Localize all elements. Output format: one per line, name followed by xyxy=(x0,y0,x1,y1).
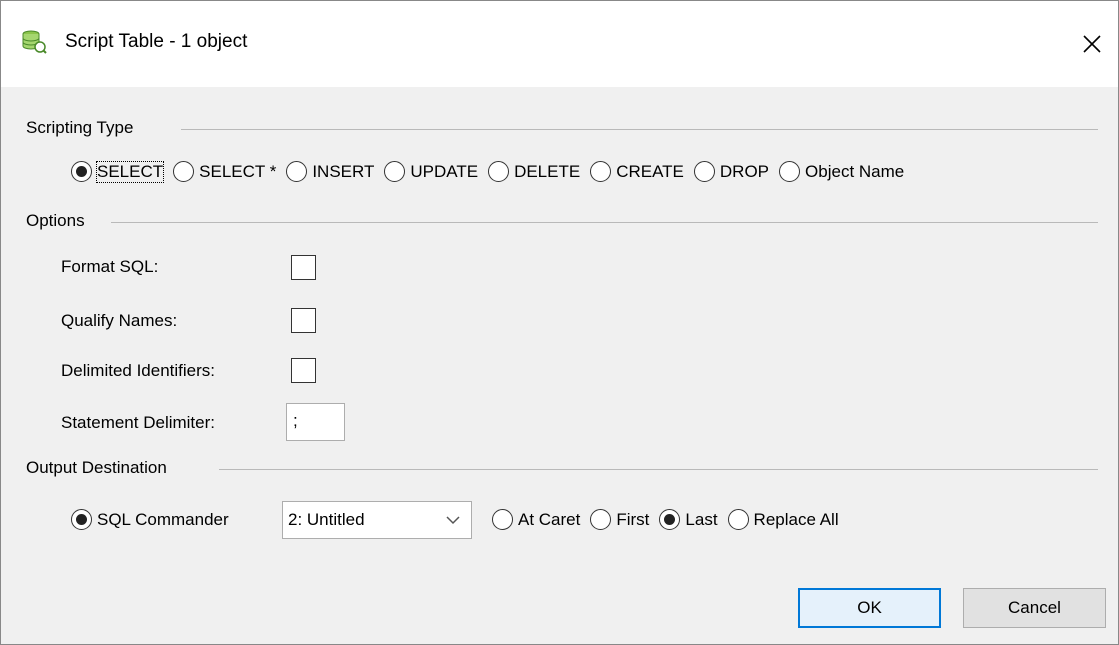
radio-button[interactable] xyxy=(779,161,801,182)
radio-label: SQL Commander xyxy=(97,509,229,529)
radio-label: CREATE xyxy=(616,161,684,181)
radio-button[interactable] xyxy=(384,161,406,182)
qualify-names-checkbox[interactable] xyxy=(291,308,316,333)
radio-button[interactable] xyxy=(286,161,308,182)
radio-drop[interactable]: DROP xyxy=(693,161,770,182)
radio-label: SELECT * xyxy=(199,161,277,181)
radio-button[interactable] xyxy=(173,161,195,182)
scripting-type-divider xyxy=(181,129,1098,130)
output-destination-divider xyxy=(219,469,1098,470)
radio-button[interactable] xyxy=(590,161,612,182)
commander-select[interactable]: 2: Untitled xyxy=(282,501,472,539)
radio-select[interactable]: SELECT xyxy=(71,160,165,183)
scripting-type-heading: Scripting Type xyxy=(26,118,134,137)
radio-object-name[interactable]: Object Name xyxy=(779,161,904,182)
radio-button[interactable] xyxy=(71,509,92,530)
radio-label: DROP xyxy=(719,161,770,181)
radio-button[interactable] xyxy=(590,509,612,530)
radio-first[interactable]: First xyxy=(590,509,649,530)
radio-label: UPDATE xyxy=(410,161,479,181)
radio-button[interactable] xyxy=(659,509,681,530)
radio-button[interactable] xyxy=(727,509,749,530)
radio-sql-commander[interactable]: SQL Commander xyxy=(71,509,229,530)
radio-button[interactable] xyxy=(71,161,92,182)
database-table-icon xyxy=(22,30,47,54)
delimited-identifiers-label: Delimited Identifiers: xyxy=(61,361,216,380)
radio-label: At Caret xyxy=(518,509,581,529)
position-group: At Caret First Last Replace All xyxy=(492,509,849,530)
radio-label: First xyxy=(616,509,650,529)
close-icon xyxy=(1083,35,1101,53)
format-sql-checkbox[interactable] xyxy=(291,255,316,280)
radio-button[interactable] xyxy=(693,161,715,182)
radio-button[interactable] xyxy=(488,161,510,182)
radio-select-star[interactable]: SELECT * xyxy=(173,161,276,182)
radio-at-caret[interactable]: At Caret xyxy=(492,509,580,530)
delimited-identifiers-checkbox[interactable] xyxy=(291,358,316,383)
radio-label: INSERT xyxy=(312,161,375,181)
statement-delimiter-label: Statement Delimiter: xyxy=(61,413,215,432)
options-heading: Options xyxy=(26,211,85,230)
close-button[interactable] xyxy=(1066,15,1118,73)
radio-label: Replace All xyxy=(753,509,839,529)
qualify-names-label: Qualify Names: xyxy=(61,311,178,330)
statement-delimiter-input[interactable]: ; xyxy=(286,403,345,441)
title-bar: Script Table - 1 object xyxy=(1,1,1118,87)
radio-label: DELETE xyxy=(514,161,581,181)
radio-label: Object Name xyxy=(805,161,905,181)
radio-label: Last xyxy=(685,509,718,529)
chevron-down-icon[interactable] xyxy=(435,502,471,538)
cancel-button[interactable]: Cancel xyxy=(963,588,1106,628)
ok-button[interactable]: OK xyxy=(798,588,941,628)
commander-select-value: 2: Untitled xyxy=(288,510,365,529)
radio-create[interactable]: CREATE xyxy=(590,161,684,182)
radio-last[interactable]: Last xyxy=(659,509,718,530)
radio-update[interactable]: UPDATE xyxy=(384,161,478,182)
radio-delete[interactable]: DELETE xyxy=(488,161,580,182)
format-sql-label: Format SQL: xyxy=(61,257,159,276)
radio-insert[interactable]: INSERT xyxy=(286,161,374,182)
dialog-title: Script Table - 1 object xyxy=(65,31,248,52)
radio-button[interactable] xyxy=(492,509,513,530)
radio-label: SELECT xyxy=(95,160,165,183)
radio-replace-all[interactable]: Replace All xyxy=(727,509,839,530)
script-table-dialog: Script Table - 1 object Scripting Type S… xyxy=(0,0,1119,645)
output-destination-heading: Output Destination xyxy=(26,458,167,477)
sql-commander-option[interactable]: SQL Commander xyxy=(71,509,239,530)
scripting-type-group: SELECT SELECT * INSERT UPDATE DELETE CRE… xyxy=(71,160,904,183)
options-divider xyxy=(111,222,1098,223)
